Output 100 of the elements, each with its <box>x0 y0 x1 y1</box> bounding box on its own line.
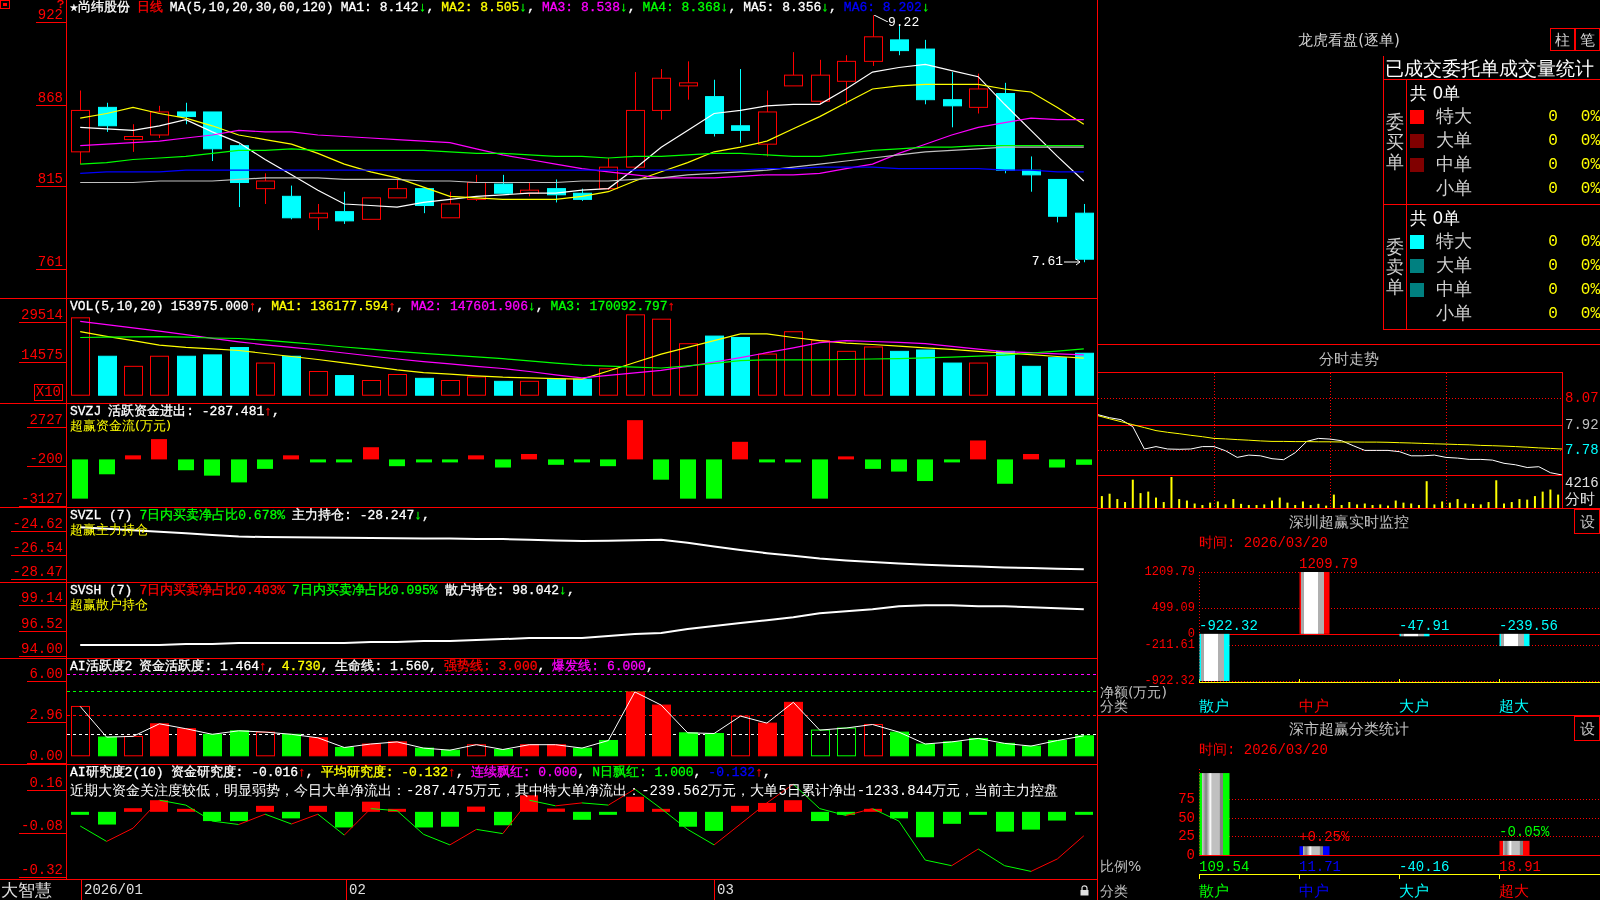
order-size-label: 特大 <box>1436 105 1472 126</box>
indicator-label: N日飘红: 1.000, <box>592 765 702 780</box>
axis-label: 14575 <box>19 348 66 364</box>
indicator-label: MA3: 8.538↓, <box>541 0 636 15</box>
settings-button[interactable]: 设 <box>1574 716 1600 741</box>
order-count: 0 <box>1548 232 1558 252</box>
value-label: 11.71 <box>1299 858 1341 875</box>
view-toggle-button[interactable]: 柱 <box>1550 28 1575 51</box>
indicator-label: 7日内买卖净占比0.095% <box>292 583 438 598</box>
value-label: 109.54 <box>1199 858 1250 875</box>
axis-label: 25 <box>1178 829 1195 844</box>
order-ratio: 0% <box>1580 232 1600 252</box>
category-label: 中户 <box>1299 699 1329 714</box>
axis-label: 96.52 <box>19 616 66 632</box>
category-label: 散户 <box>1199 699 1229 714</box>
side-label: 委卖单 <box>1386 237 1404 297</box>
date-label: 时间: 2026/03/20 <box>1199 535 1328 551</box>
indicator-label: ★尚纬股份 <box>70 0 130 15</box>
help-icon[interactable] <box>57 0 64 8</box>
axis-title: 分类 <box>1100 699 1128 714</box>
change-label: +0.25% <box>1299 830 1350 845</box>
axis-label: 0 <box>1187 628 1195 639</box>
order-count: 0 <box>1548 304 1558 324</box>
axis-label: -0.08 <box>19 819 66 835</box>
chart-subtitle: 超赢散户持仓 <box>70 598 148 612</box>
panel-title: 深圳超赢实时监控 <box>1289 513 1409 531</box>
indicator-label: MA2: 147601.906↓, <box>410 299 544 314</box>
indicator-label: 主力持仓: -28.247↓, <box>292 508 430 523</box>
order-size-label: 小单 <box>1436 302 1472 323</box>
order-total: 共 0单 <box>1410 207 1461 228</box>
category-label: 散户 <box>1199 882 1229 900</box>
axis-label: 2727 <box>27 412 66 428</box>
indicator-label: 资金活跃度: 1.464↑, <box>139 659 275 674</box>
axis-title: 分时 <box>1565 491 1596 508</box>
order-count: 0 <box>1548 256 1558 276</box>
axis-label: 50 <box>1178 810 1195 825</box>
peak-label: 4216 <box>1565 476 1600 491</box>
order-total: 共 0单 <box>1410 82 1461 103</box>
axis-label: 761 <box>35 255 66 271</box>
date-label: 03 <box>714 880 734 900</box>
indicator-label: 4.730, <box>281 659 329 674</box>
indicator-label: VOL(5,10,20) <box>70 299 164 314</box>
date-label: 时间: 2026/03/20 <box>1199 742 1328 758</box>
indicator-label: MA(5,10,20,30,60,120) <box>169 0 334 15</box>
order-ratio: 0% <box>1580 280 1600 300</box>
axis-label: -922.32 <box>1144 676 1195 686</box>
order-size-label: 大单 <box>1436 129 1472 150</box>
view-toggle-button[interactable]: 笔 <box>1575 28 1600 51</box>
panel-title: 分时走势 <box>1319 349 1379 368</box>
axis-label: -0.32 <box>19 862 66 878</box>
axis-label: 0.00 <box>27 748 66 764</box>
axis-label: -26.54 <box>10 540 66 556</box>
value-label: -40.16 <box>1399 858 1450 875</box>
side-label: 委买单 <box>1386 112 1404 172</box>
panel-title: 深市超赢分类统计 <box>1289 720 1409 738</box>
axis-label: 6.00 <box>27 666 66 682</box>
indicator-label: MA5: 8.356↓, <box>743 0 837 15</box>
order-count: 0 <box>1548 131 1558 151</box>
axis-label: 868 <box>35 91 66 107</box>
axis-label: 99.14 <box>19 590 66 606</box>
axis-label: 8.07 <box>1565 390 1599 405</box>
indicator-label: SVSH (7) <box>70 583 133 598</box>
indicator-label: 连续飘红: 0.000, <box>470 765 586 780</box>
axis-label: -200 <box>27 452 66 468</box>
table-title: 已成交委托单成交量统计 <box>1385 56 1594 79</box>
indicator-label: 日线 <box>136 0 163 15</box>
indicator-label: 7日内买卖净占比0.403% <box>139 583 286 598</box>
order-count: 0 <box>1548 280 1558 300</box>
axis-label: 0 <box>1186 848 1195 862</box>
category-label: 大户 <box>1399 699 1429 714</box>
lock-icon[interactable] <box>1080 885 1089 896</box>
indicator-label: MA2: 8.505↓, <box>441 0 535 15</box>
indicator-label: MA1: 136177.594↑, <box>271 299 404 314</box>
order-ratio: 0% <box>1580 155 1600 175</box>
indicator-label: MA4: 8.368↓, <box>642 0 737 15</box>
axis-title: 分类 <box>1100 883 1128 899</box>
restore-icon[interactable] <box>0 0 10 9</box>
value-label: 18.91 <box>1499 858 1541 875</box>
axis-label: 499.09 <box>1151 603 1195 614</box>
scale-label: X10 <box>33 384 63 401</box>
order-size-label: 特大 <box>1436 230 1472 251</box>
category-label: 大户 <box>1399 882 1429 900</box>
panel-title: 龙虎看盘(逐单) <box>1298 30 1400 49</box>
order-count: 0 <box>1548 107 1558 127</box>
settings-button[interactable]: 设 <box>1574 509 1600 534</box>
axis-label: -28.47 <box>10 565 66 581</box>
axis-label: -24.62 <box>10 516 66 532</box>
axis-label: 7.78 <box>1565 443 1599 458</box>
indicator-label: MA3: 170092.797↑ <box>550 299 676 314</box>
axis-label: 922 <box>35 8 66 24</box>
axis-label: 94.00 <box>19 642 66 658</box>
axis-label: 7.92 <box>1565 417 1599 432</box>
order-count: 0 <box>1548 155 1558 175</box>
order-size-label: 小单 <box>1436 177 1472 198</box>
indicator-label: AI活跃度2 <box>70 659 133 674</box>
date-label: 02 <box>346 880 366 900</box>
indicator-label: 生命线: 1.560, <box>335 659 437 674</box>
axis-label: 29514 <box>19 307 66 323</box>
indicator-label: SVZL (7) <box>70 508 133 523</box>
change-label: -0.05% <box>1499 824 1550 839</box>
